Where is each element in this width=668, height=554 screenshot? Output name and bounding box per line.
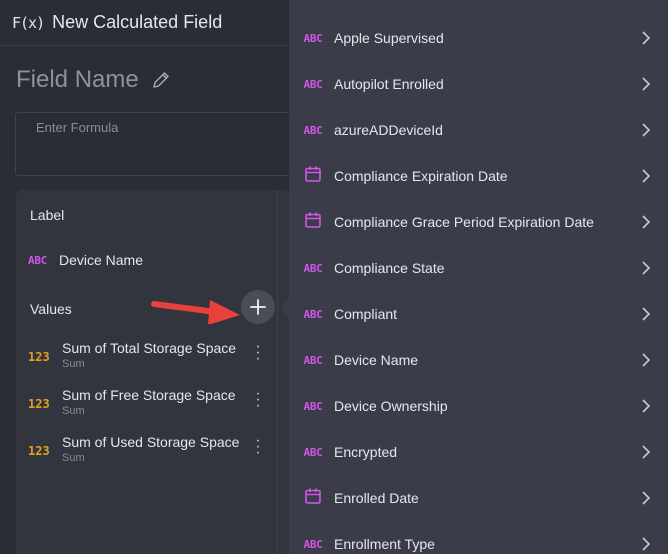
field-name-row[interactable]: Field Name — [16, 66, 171, 94]
plus-icon — [250, 299, 266, 315]
dropdown-item-label: Device Name — [334, 352, 419, 368]
pencil-icon[interactable] — [151, 70, 171, 90]
text-type-icon: ABC — [303, 307, 323, 321]
dropdown-item[interactable]: ABC azureADDeviceId — [289, 107, 668, 153]
dropdown-item-label: Compliance Expiration Date — [334, 168, 508, 184]
calendar-icon — [301, 487, 325, 510]
dropdown-item-label: Encrypted — [334, 444, 398, 460]
chevron-right-icon — [642, 537, 651, 551]
text-type-icon: ABC — [303, 261, 323, 275]
dropdown-item[interactable]: ABC Compliance State — [289, 245, 668, 291]
formula-placeholder: Enter Formula — [36, 120, 119, 135]
value-aggregation: Sum — [62, 358, 85, 370]
kebab-menu-icon[interactable]: · · · — [254, 339, 262, 367]
value-item[interactable]: 123 Sum of Free Storage Space Sum · · · — [28, 385, 268, 425]
dropdown-item[interactable]: Enrolled Date — [289, 475, 668, 521]
text-type-icon: ABC — [303, 445, 323, 459]
chevron-right-icon — [642, 215, 651, 229]
value-item[interactable]: 123 Sum of Total Storage Space Sum · · · — [28, 338, 268, 378]
number-type-icon: 123 — [28, 397, 50, 411]
text-type-icon: ABC — [303, 399, 323, 413]
dropdown-item[interactable]: ABC Encrypted — [289, 429, 668, 475]
calendar-icon — [301, 165, 325, 188]
value-name: Sum of Used Storage Space — [62, 434, 240, 450]
dropdown-item-label: Compliant — [334, 306, 398, 322]
number-type-icon: 123 — [28, 350, 50, 364]
chevron-right-icon — [642, 445, 651, 459]
fields-panel: Label ABC Device Name Values 123 Sum of … — [16, 190, 290, 554]
kebab-menu-icon[interactable]: · · · — [254, 433, 262, 461]
chevron-right-icon — [642, 31, 651, 45]
calculated-field-editor: F(x) New Calculated Field Field Name Ent… — [0, 0, 290, 554]
dropdown-item-label: Compliance State — [334, 260, 445, 276]
field-name-title[interactable]: Field Name — [16, 66, 139, 94]
field-picker-dropdown: ABC Apple Supervised ABC Autopilot Enrol… — [289, 0, 668, 554]
text-type-icon: ABC — [303, 31, 323, 45]
editor-title: New Calculated Field — [52, 12, 223, 32]
text-type-icon: ABC — [303, 123, 323, 137]
dropdown-item-label: Apple Supervised — [334, 30, 444, 46]
value-item[interactable]: 123 Sum of Used Storage Space Sum · · · — [28, 432, 268, 472]
panel-divider — [277, 190, 278, 554]
label-section-heading: Label — [30, 207, 65, 223]
number-type-icon: 123 — [28, 444, 50, 458]
chevron-right-icon — [642, 491, 651, 505]
dropdown-item[interactable]: Compliance Grace Period Expiration Date — [289, 199, 668, 245]
dropdown-item[interactable]: ABC Device Name — [289, 337, 668, 383]
chevron-right-icon — [642, 77, 651, 91]
red-arrow-icon — [151, 300, 240, 324]
dropdown-item[interactable]: ABC Enrollment Type — [289, 521, 668, 554]
label-field-name: Device Name — [58, 252, 143, 268]
dropdown-item[interactable]: ABC Autopilot Enrolled — [289, 61, 668, 107]
dropdown-item[interactable]: Compliance Expiration Date — [289, 153, 668, 199]
formula-input[interactable]: Enter Formula — [15, 112, 290, 176]
label-field-item[interactable]: ABC Device Name — [28, 252, 143, 268]
chevron-right-icon — [642, 123, 651, 137]
dropdown-item[interactable]: ABC Device Ownership — [289, 383, 668, 429]
dropdown-item-label: Compliance Grace Period Expiration Date — [334, 214, 594, 230]
chevron-right-icon — [642, 307, 651, 321]
dropdown-item-label: azureADDeviceId — [334, 122, 443, 138]
dropdown-item-label: Enrolled Date — [334, 490, 419, 506]
chevron-right-icon — [642, 169, 651, 183]
values-section-heading: Values — [30, 301, 72, 317]
dropdown-item-label: Enrollment Type — [334, 536, 435, 552]
value-aggregation: Sum — [62, 452, 85, 464]
add-value-button[interactable] — [241, 290, 275, 324]
text-type-icon: ABC — [303, 537, 323, 551]
dropdown-item[interactable]: ABC Apple Supervised — [289, 15, 668, 61]
dropdown-item-label: Autopilot Enrolled — [334, 76, 444, 92]
kebab-menu-icon[interactable]: · · · — [254, 386, 262, 414]
text-type-icon: ABC — [28, 253, 47, 267]
calendar-icon — [301, 211, 325, 234]
value-name: Sum of Free Storage Space — [62, 387, 236, 403]
chevron-right-icon — [642, 353, 651, 367]
chevron-right-icon — [642, 399, 651, 413]
dropdown-item[interactable]: ABC Compliant — [289, 291, 668, 337]
value-name: Sum of Total Storage Space — [62, 340, 237, 356]
text-type-icon: ABC — [303, 77, 323, 91]
function-icon: F(x) — [12, 13, 45, 32]
dropdown-item-label: Device Ownership — [334, 398, 448, 414]
editor-header: F(x) New Calculated Field — [0, 0, 290, 46]
chevron-right-icon — [642, 261, 651, 275]
text-type-icon: ABC — [303, 353, 323, 367]
value-aggregation: Sum — [62, 405, 85, 417]
